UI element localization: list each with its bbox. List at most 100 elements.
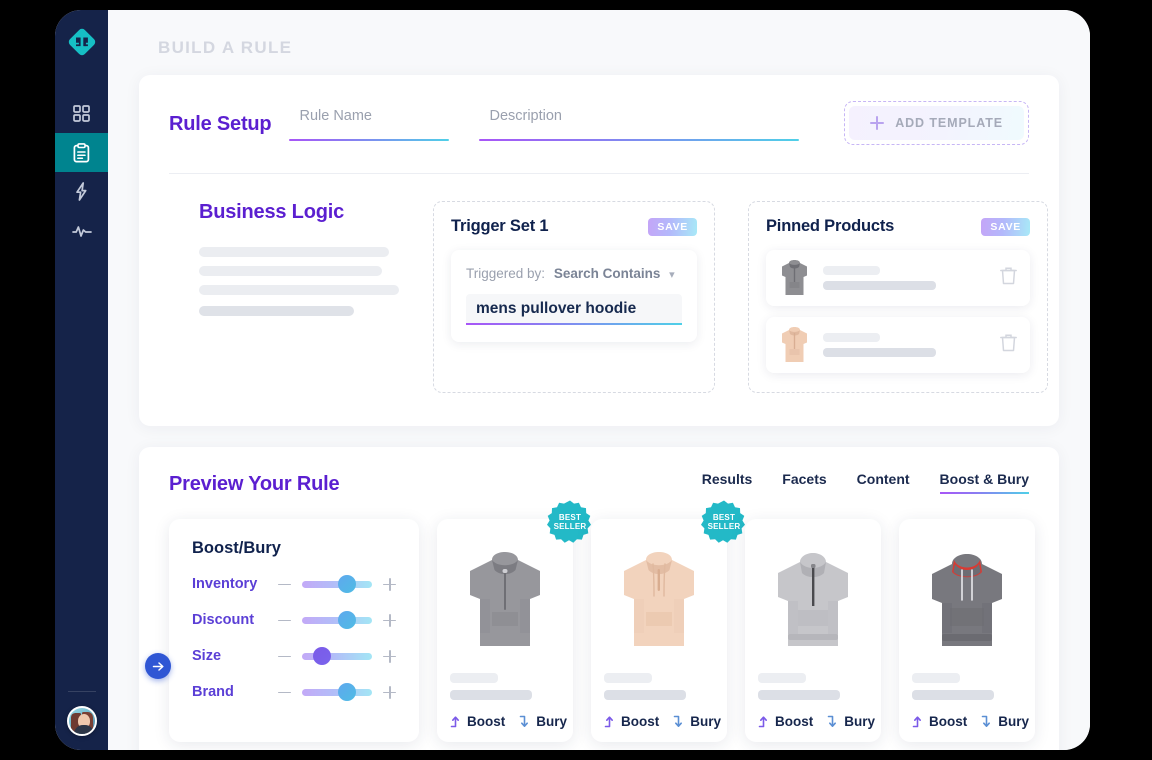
slider-row-size: Size: [192, 647, 396, 665]
preview-panel: Preview Your Rule Results Facets Content…: [139, 447, 1059, 750]
bury-button[interactable]: Bury: [827, 714, 875, 729]
slider-label: Inventory: [192, 576, 258, 592]
boost-label: Boost: [929, 714, 968, 729]
clipboard-icon: [73, 142, 90, 162]
trigger-inner-card: Triggered by: Search Contains ▾: [451, 250, 697, 342]
add-template-button[interactable]: ADD TEMPLATE: [844, 101, 1029, 145]
boost-arrow-icon: [912, 716, 921, 728]
trigger-set-title: Trigger Set 1: [451, 217, 549, 235]
sidebar-footer: [55, 691, 108, 736]
sidebar-item-dashboard[interactable]: [55, 94, 108, 133]
sidebar-item-automations[interactable]: [55, 172, 108, 211]
avatar[interactable]: [66, 706, 97, 736]
skeleton-line: [823, 348, 936, 357]
plus-icon[interactable]: [383, 613, 396, 627]
product-card[interactable]: BEST SELLER Boost Bury: [437, 500, 591, 742]
description-input[interactable]: [489, 108, 790, 131]
product-card[interactable]: Boost Bury: [899, 519, 1035, 742]
skeleton-line: [604, 690, 686, 700]
bury-arrow-icon: [981, 715, 991, 727]
app-window: BUILD A RULE Rule Setup ADD TEMPLATE: [55, 10, 1090, 750]
tab-results[interactable]: Results: [702, 471, 753, 494]
bury-arrow-icon: [519, 715, 529, 727]
slider-thumb[interactable]: [312, 647, 331, 665]
slider-brand[interactable]: [302, 683, 372, 701]
rule-setup-heading: Rule Setup: [169, 112, 272, 135]
boost-button[interactable]: Boost: [912, 714, 967, 729]
slider-thumb[interactable]: [337, 575, 356, 593]
slider-thumb[interactable]: [337, 611, 356, 629]
delete-pinned-product-button[interactable]: [1000, 266, 1018, 290]
slider-label: Size: [192, 648, 222, 664]
product-image: [912, 541, 1022, 659]
pinned-product-text: [823, 266, 988, 290]
app-logo[interactable]: [64, 24, 100, 60]
pinned-products-header: Pinned Products SAVE: [766, 217, 1030, 236]
gb-logo-icon: [68, 28, 95, 56]
bury-arrow-icon: [827, 715, 837, 727]
tab-content[interactable]: Content: [857, 471, 910, 494]
business-logic-row: Business Logic Trigger Set 1 SAVE Trigge…: [169, 174, 1048, 426]
tab-boost-and-bury[interactable]: Boost & Bury: [939, 471, 1030, 494]
arrow-right-icon: [152, 661, 164, 671]
avatar-body: [73, 725, 94, 734]
skeleton-line: [199, 306, 354, 316]
boost-bury-panel: Boost/Bury Inventory Discount Size Brand: [169, 519, 419, 742]
pinned-save-button[interactable]: SAVE: [981, 217, 1030, 236]
minus-icon[interactable]: [278, 578, 291, 591]
product-card[interactable]: Boost Bury: [745, 519, 881, 742]
sidebar-nav: [55, 94, 108, 250]
bury-button[interactable]: Bury: [981, 714, 1029, 729]
business-logic-heading: Business Logic: [199, 201, 345, 223]
product-actions: Boost Bury: [604, 714, 721, 729]
pinned-product-thumbnail: [778, 325, 811, 365]
tab-facets[interactable]: Facets: [782, 471, 826, 494]
pinned-product-row[interactable]: [766, 317, 1030, 373]
rule-name-input[interactable]: [299, 108, 440, 131]
slider-thumb[interactable]: [337, 683, 356, 701]
slider-inventory[interactable]: [302, 575, 372, 593]
skeleton-line: [199, 266, 382, 276]
best-seller-badge: BEST SELLER: [701, 499, 747, 545]
plus-icon[interactable]: [383, 577, 396, 591]
sidebar-item-analytics[interactable]: [55, 211, 108, 250]
pinned-products-card: Pinned Products SAVE: [748, 201, 1048, 393]
bury-button[interactable]: Bury: [673, 714, 721, 729]
slider-label: Brand: [192, 684, 234, 700]
rule-setup-panel: Rule Setup ADD TEMPLATE: [139, 75, 1059, 426]
boost-arrow-icon: [758, 716, 767, 728]
trigger-save-button[interactable]: SAVE: [648, 217, 697, 236]
slider-row-brand: Brand: [192, 683, 396, 701]
best-seller-badge-text: BEST SELLER: [707, 513, 741, 531]
slider-discount[interactable]: [302, 611, 372, 629]
triggered-by-row: Triggered by: Search Contains ▾: [466, 266, 682, 281]
skeleton-line: [758, 673, 806, 683]
best-seller-badge: BEST SELLER: [547, 499, 593, 545]
next-step-button[interactable]: [145, 653, 171, 679]
triggered-by-select[interactable]: Search Contains: [554, 266, 661, 281]
product-image: [758, 541, 868, 659]
plus-icon[interactable]: [383, 685, 396, 699]
boost-button[interactable]: Boost: [758, 714, 813, 729]
boost-button[interactable]: Boost: [604, 714, 659, 729]
minus-icon[interactable]: [278, 650, 291, 663]
slider-size[interactable]: [302, 647, 372, 665]
trash-icon: [1000, 267, 1017, 285]
boost-button[interactable]: Boost: [450, 714, 505, 729]
pinned-product-thumbnail: [778, 258, 811, 298]
product-card[interactable]: BEST SELLER Boost Bury: [591, 500, 745, 742]
pinned-product-row[interactable]: [766, 250, 1030, 306]
minus-icon[interactable]: [278, 614, 291, 627]
delete-pinned-product-button[interactable]: [1000, 333, 1018, 357]
plus-icon[interactable]: [383, 649, 396, 663]
sidebar-divider: [67, 691, 96, 692]
grey-hoodie-icon: [782, 260, 807, 295]
triggered-by-label: Triggered by:: [466, 266, 546, 281]
rule-name-underline: [289, 139, 450, 141]
sidebar-item-rules[interactable]: [55, 133, 108, 172]
minus-icon[interactable]: [278, 686, 291, 699]
bury-button[interactable]: Bury: [519, 714, 567, 729]
trigger-query-input[interactable]: [476, 300, 672, 318]
chevron-down-icon[interactable]: ▾: [669, 268, 675, 281]
skeleton-line: [758, 690, 840, 700]
